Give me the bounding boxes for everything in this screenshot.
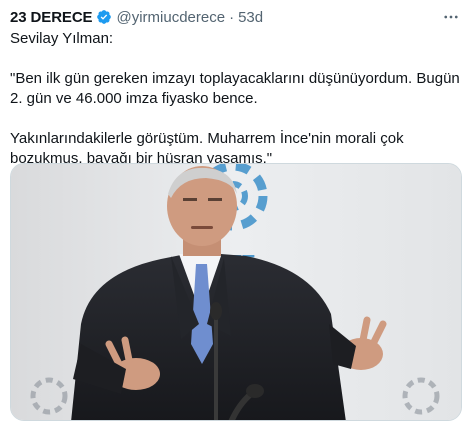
tweet-line: "Ben ilk gün gereken imzayı toplayacakla… <box>10 70 460 107</box>
separator-dot: · <box>229 8 235 26</box>
verified-badge-icon <box>97 10 112 24</box>
ellipsis-icon[interactable] <box>440 6 462 28</box>
display-name[interactable]: 23 DERECE <box>10 9 93 26</box>
timestamp[interactable]: 53d <box>238 9 263 26</box>
tweet-photo[interactable]: LEKET <box>10 163 462 421</box>
tweet-text: Sevilay Yılman: "Ben ilk gün gereken imz… <box>10 29 462 169</box>
tweet-header: 23 DERECE @yirmiucderece · 53d <box>10 6 462 28</box>
tweet-line: Sevilay Yılman: <box>10 30 114 47</box>
user-handle[interactable]: @yirmiucderece <box>116 9 225 26</box>
photo-speaker-at-podium: LEKET <box>11 164 461 420</box>
